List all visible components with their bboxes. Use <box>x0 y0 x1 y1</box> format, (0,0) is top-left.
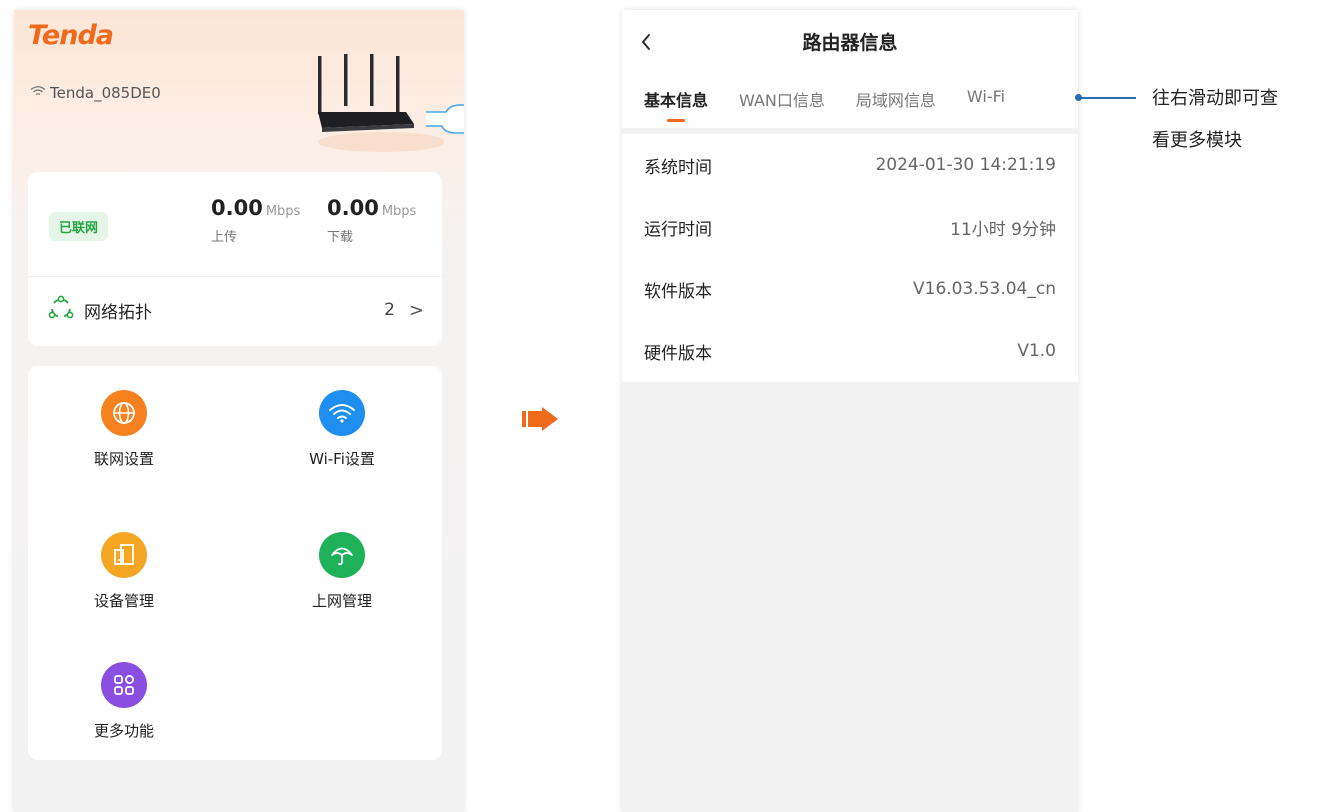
download-label: 下载 <box>327 230 354 245</box>
topology-label: 网络拓扑 <box>84 302 152 323</box>
hardware-version-value: V1.0 <box>1017 341 1056 361</box>
topology-icon <box>48 295 74 325</box>
chevron-right-icon: > <box>408 299 424 321</box>
chevron-left-icon <box>641 34 650 50</box>
tab-bar: 基本信息 WAN口信息 局域网信息 Wi-Fi <box>644 87 1036 122</box>
umbrella-icon <box>319 532 365 578</box>
divider <box>28 276 442 277</box>
grid-icon <box>101 662 147 708</box>
wifi-small-icon <box>30 84 46 102</box>
callout-dot <box>1075 94 1082 101</box>
upload-label: 上传 <box>211 230 238 245</box>
upload-speed: 0.00 Mbps 上传 <box>211 196 301 245</box>
menu-item-internet-management[interactable]: 上网管理 <box>277 532 407 611</box>
callout-line <box>1078 97 1136 99</box>
uptime-label: 运行时间 <box>644 219 712 240</box>
tab-wifi[interactable]: Wi-Fi <box>967 87 1005 111</box>
list-item: 硬件版本 V1.0 <box>622 320 1078 382</box>
router-info-screen: 路由器信息 基本信息 WAN口信息 局域网信息 Wi-Fi 系统时间 2024-… <box>622 10 1078 812</box>
home-screen: Tenda Tenda_085DE0 已联网 0.00 Mbps 上传 0.00… <box>14 10 464 812</box>
wifi-icon <box>319 390 365 436</box>
menu-item-device-management[interactable]: 设备管理 <box>59 532 189 611</box>
system-time-value: 2024-01-30 14:21:19 <box>875 155 1056 175</box>
callout-annotation: 往右滑动即可查 看更多模块 <box>1152 78 1328 162</box>
download-speed: 0.00 Mbps 下载 <box>327 196 417 245</box>
callout-line-1: 往右滑动即可查 <box>1152 88 1278 109</box>
active-tab-indicator <box>667 119 685 122</box>
list-item: 系统时间 2024-01-30 14:21:19 <box>622 134 1078 196</box>
router-image <box>318 54 444 152</box>
topology-count: 2 <box>384 300 395 320</box>
menu-item-wifi-settings[interactable]: Wi-Fi设置 <box>277 390 407 469</box>
tab-basic-info[interactable]: 基本信息 <box>644 87 708 122</box>
status-card: 已联网 0.00 Mbps 上传 0.00 Mbps 下载 网络拓扑 2 > <box>28 172 442 346</box>
menu-item-internet-settings[interactable]: 联网设置 <box>59 390 189 469</box>
software-version-value: V16.03.53.04_cn <box>913 279 1056 299</box>
ssid-row[interactable]: Tenda_085DE0 <box>30 84 161 102</box>
tenda-logo: Tenda <box>28 20 114 51</box>
info-list: 系统时间 2024-01-30 14:21:19 运行时间 11小时 9分钟 软… <box>622 134 1078 382</box>
back-button[interactable] <box>640 32 652 57</box>
tab-lan-info[interactable]: 局域网信息 <box>856 87 936 111</box>
header: 路由器信息 基本信息 WAN口信息 局域网信息 Wi-Fi <box>622 10 1078 128</box>
pointing-hand-icon <box>426 104 464 134</box>
callout-line-2: 看更多模块 <box>1152 130 1242 151</box>
list-item: 软件版本 V16.03.53.04_cn <box>622 258 1078 320</box>
arrow-right-icon <box>522 407 558 431</box>
system-time-label: 系统时间 <box>644 157 712 178</box>
list-item: 运行时间 11小时 9分钟 <box>622 196 1078 258</box>
ssid-label: Tenda_085DE0 <box>50 84 161 102</box>
uptime-value: 11小时 9分钟 <box>950 219 1056 240</box>
hardware-version-label: 硬件版本 <box>644 343 712 364</box>
network-topology-row[interactable]: 网络拓扑 2 > <box>48 290 424 330</box>
tab-wan-info[interactable]: WAN口信息 <box>739 87 825 111</box>
function-menu-card: 联网设置 Wi-Fi设置 设备管理 上网管理 更多功能 <box>28 366 442 760</box>
device-icon <box>101 532 147 578</box>
menu-item-more-features[interactable]: 更多功能 <box>59 662 189 741</box>
connected-badge: 已联网 <box>49 212 109 241</box>
software-version-label: 软件版本 <box>644 281 712 302</box>
page-title: 路由器信息 <box>802 32 898 54</box>
globe-icon <box>101 390 147 436</box>
